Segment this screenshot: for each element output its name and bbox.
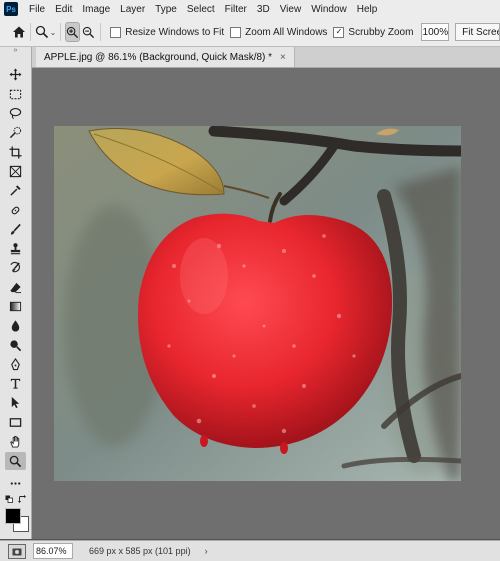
resize-windows-label: Resize Windows to Fit <box>125 26 225 38</box>
divider <box>99 23 101 41</box>
scrubby-zoom-label: Scrubby Zoom <box>348 26 414 38</box>
fit-screen-button[interactable]: Fit Screen <box>455 23 500 41</box>
blur-icon[interactable] <box>5 316 26 334</box>
clone-stamp-icon[interactable] <box>5 239 26 257</box>
zoom-out-icon[interactable] <box>82 22 96 42</box>
menu-view[interactable]: View <box>275 4 307 15</box>
menu-3d[interactable]: 3D <box>252 4 275 15</box>
zoom-tool-preset-icon[interactable] <box>35 22 49 42</box>
more-tools-icon[interactable] <box>5 474 26 492</box>
lasso-icon[interactable] <box>5 104 26 122</box>
document-canvas[interactable] <box>54 126 461 481</box>
photoshop-logo: Ps <box>4 2 18 16</box>
status-bar: 86.07% 669 px x 585 px (101 ppi) › <box>0 540 500 561</box>
apple-photo <box>54 126 461 481</box>
zoom-all-windows-checkbox[interactable]: Zoom All Windows <box>230 26 328 38</box>
document-tab-strip: APPLE.jpg @ 86.1% (Background, Quick Mas… <box>32 47 500 68</box>
divider <box>60 23 62 41</box>
checkbox-box[interactable] <box>230 26 242 38</box>
type-icon[interactable] <box>5 374 26 392</box>
quick-mask-icon[interactable] <box>8 544 26 559</box>
swap-colors-icon[interactable] <box>18 495 27 504</box>
quick-selection-icon[interactable] <box>5 123 26 141</box>
zoom-level-field[interactable]: 86.07% <box>33 543 73 559</box>
menu-help[interactable]: Help <box>352 4 383 15</box>
eraser-icon[interactable] <box>5 278 26 296</box>
dodge-icon[interactable] <box>5 336 26 354</box>
menu-edit[interactable]: Edit <box>50 4 77 15</box>
default-colors-icon[interactable] <box>5 495 13 503</box>
menu-filter[interactable]: Filter <box>220 4 252 15</box>
scrubby-zoom-checkbox[interactable]: ✓ Scrubby Zoom <box>333 26 414 38</box>
foreground-color-swatch[interactable] <box>5 508 21 524</box>
menu-image[interactable]: Image <box>77 4 115 15</box>
marquee-icon[interactable] <box>5 85 26 103</box>
status-menu-arrow-icon[interactable]: › <box>205 546 208 556</box>
resize-windows-checkbox[interactable]: Resize Windows to Fit <box>110 26 225 38</box>
rectangle-icon[interactable] <box>5 413 26 431</box>
move-icon[interactable] <box>5 65 26 83</box>
history-brush-icon[interactable] <box>5 258 26 276</box>
hand-icon[interactable] <box>5 432 26 450</box>
options-bar: ⌄ Resize Windows to Fit Zoom All Windows… <box>0 18 500 47</box>
document-info: 669 px x 585 px (101 ppi) <box>89 546 191 556</box>
menu-file[interactable]: File <box>24 4 50 15</box>
close-icon[interactable]: × <box>280 52 286 63</box>
menu-bar: Ps File Edit Image Layer Type Select Fil… <box>0 0 500 19</box>
zoom-percent-field[interactable]: 100% <box>421 23 450 41</box>
path-selection-icon[interactable] <box>5 393 26 411</box>
menu-select[interactable]: Select <box>182 4 220 15</box>
crop-icon[interactable] <box>5 143 26 161</box>
eyedropper-icon[interactable] <box>5 181 26 199</box>
menu-type[interactable]: Type <box>150 4 182 15</box>
divider <box>30 23 31 41</box>
document-tab[interactable]: APPLE.jpg @ 86.1% (Background, Quick Mas… <box>36 47 295 67</box>
menu-window[interactable]: Window <box>306 4 352 15</box>
zoom-in-icon[interactable] <box>65 22 81 42</box>
pen-icon[interactable] <box>5 355 26 373</box>
checkbox-box[interactable] <box>110 26 122 38</box>
zoom-all-windows-label: Zoom All Windows <box>245 26 328 38</box>
tools-panel: » <box>0 47 32 539</box>
home-icon[interactable] <box>12 22 26 42</box>
checkmark-icon[interactable]: ✓ <box>333 26 345 38</box>
canvas-area[interactable] <box>32 68 500 539</box>
document-tab-title: APPLE.jpg @ 86.1% (Background, Quick Mas… <box>44 51 273 63</box>
chevron-down-icon[interactable]: ⌄ <box>50 28 57 37</box>
brush-icon[interactable] <box>5 220 26 238</box>
healing-brush-icon[interactable] <box>5 201 26 219</box>
panel-grip-icon[interactable]: » <box>0 47 31 55</box>
menu-layer[interactable]: Layer <box>115 4 150 15</box>
frame-icon[interactable] <box>5 162 26 180</box>
gradient-icon[interactable] <box>5 297 26 315</box>
zoom-icon[interactable] <box>5 452 26 470</box>
